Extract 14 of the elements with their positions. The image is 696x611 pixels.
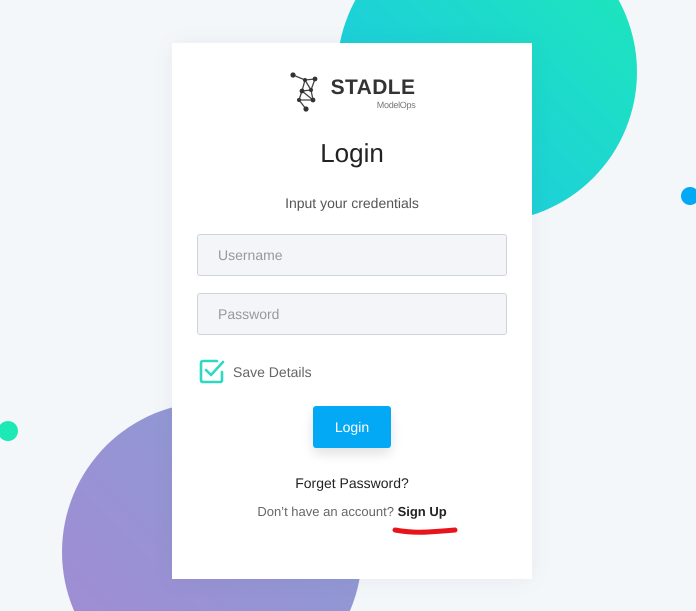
signup-prompt: Don’t have an account? Sign Up <box>257 503 447 521</box>
forgot-password-link[interactable]: Forget Password? <box>295 473 409 493</box>
background-dot <box>0 421 18 441</box>
login-title: Login <box>320 137 384 169</box>
password-field[interactable]: Password <box>197 293 507 335</box>
background-dot <box>681 187 696 205</box>
checkbox[interactable] <box>199 359 225 384</box>
subtitle: Input your credentials <box>285 194 419 213</box>
logo-wordmark: STADLE <box>330 77 416 99</box>
checkbox-label: Save Details <box>233 362 312 382</box>
underline-scribble <box>392 526 458 535</box>
sign-up-link[interactable]: Sign Up <box>398 504 447 519</box>
username-field[interactable]: Username <box>197 234 507 276</box>
logo-tagline: ModelOps <box>376 100 416 110</box>
